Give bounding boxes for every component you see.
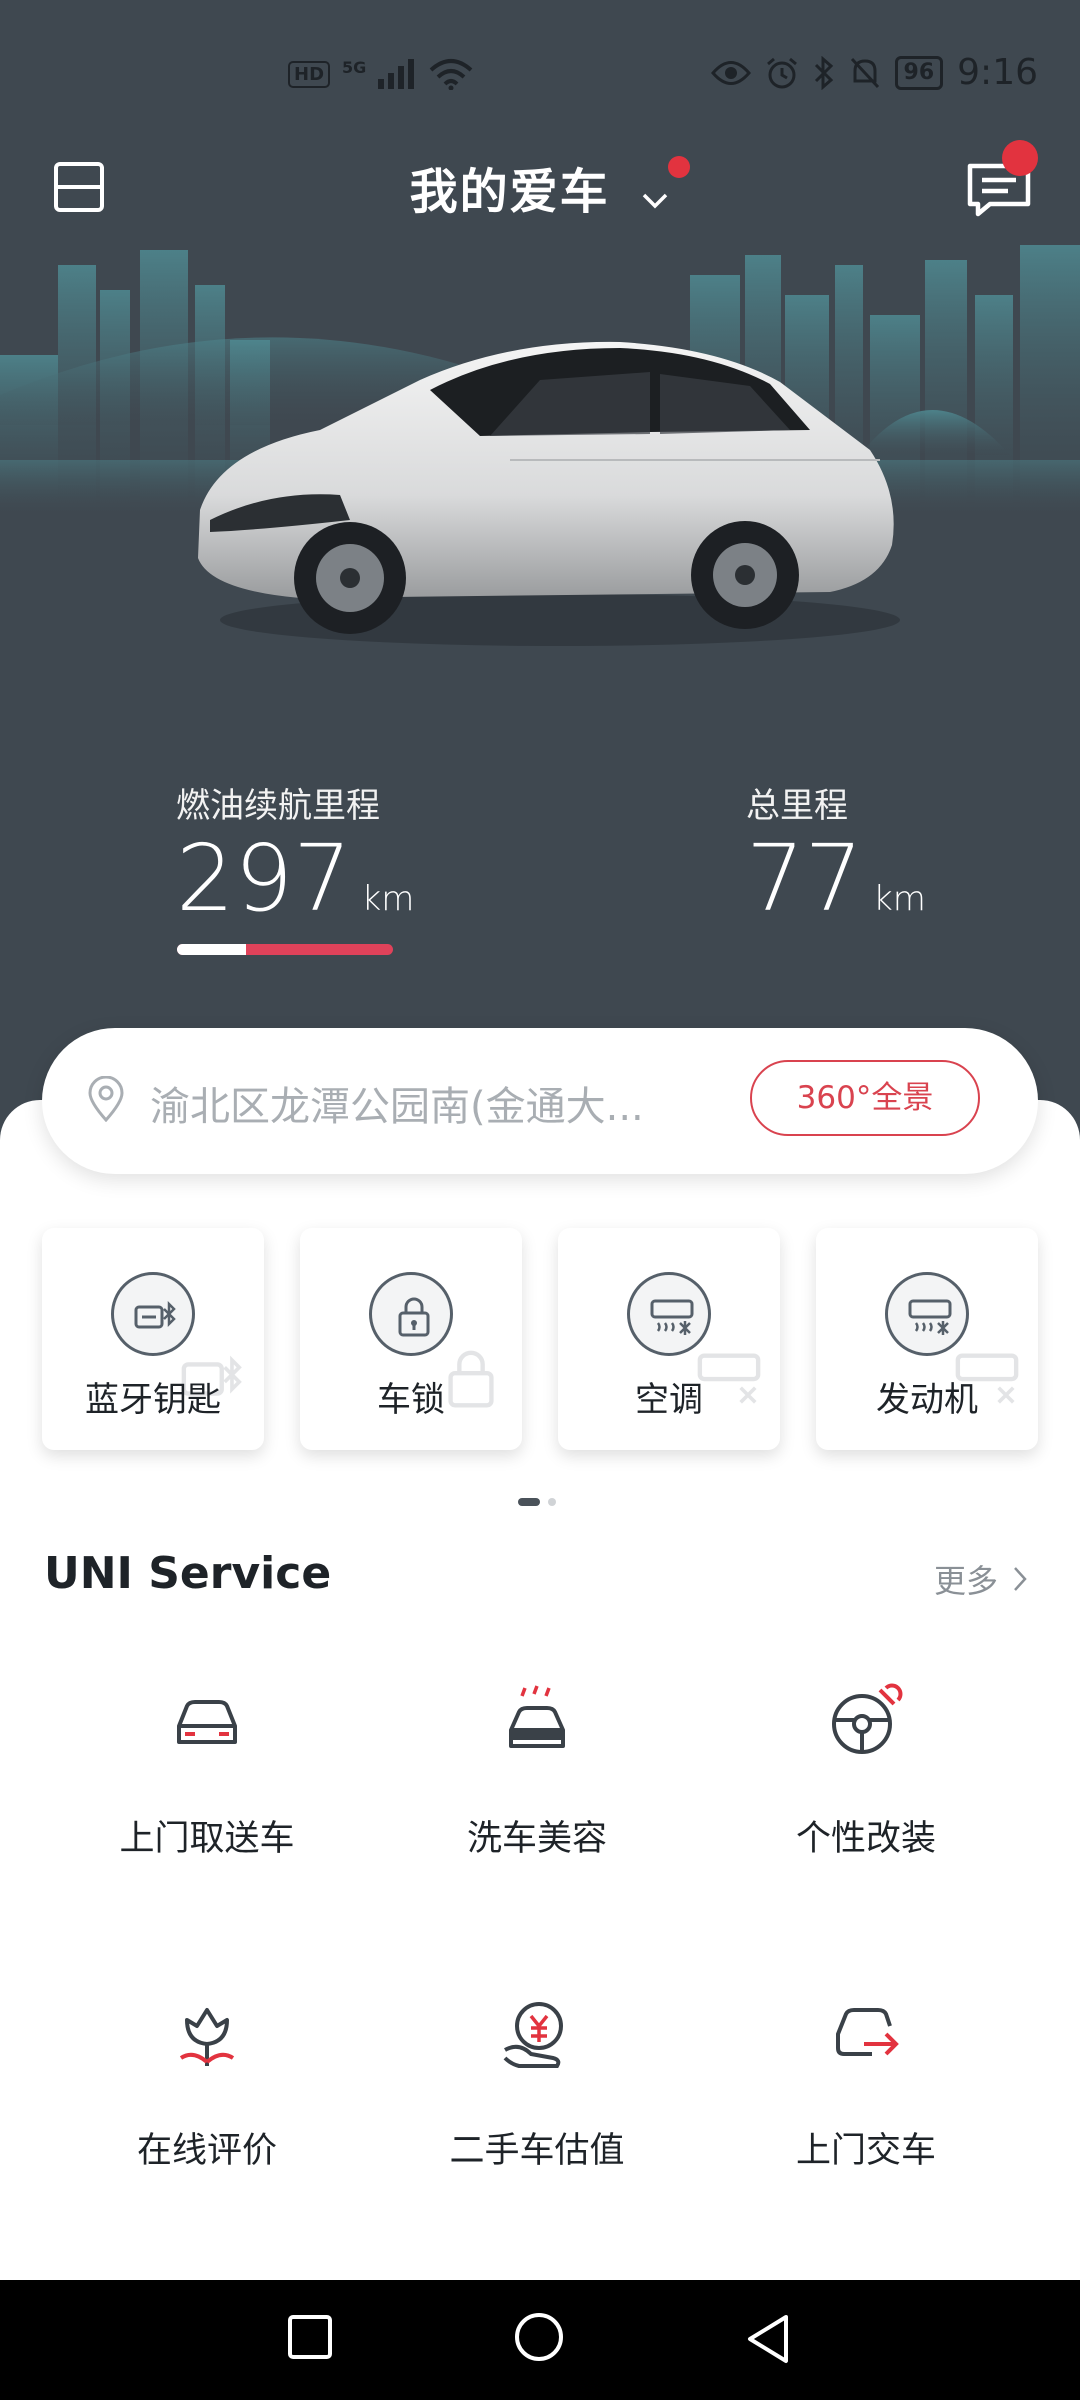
- status-bar: HD 5G 96 9:16: [0, 0, 1080, 160]
- location-pin-icon: [88, 1076, 124, 1122]
- control-label: 发动机: [876, 1380, 978, 1420]
- car-selector[interactable]: 我的爱车: [0, 152, 1080, 223]
- service-car-wash[interactable]: 洗车美容: [387, 1680, 687, 1861]
- service-label: 二手车估值: [449, 2131, 625, 2171]
- control-bluetooth-key[interactable]: 蓝牙钥匙: [42, 1228, 264, 1450]
- total-mileage-stat: 总里程 77 km: [746, 778, 926, 925]
- location-card[interactable]: 渝北区龙潭公园南(金通大... 360°全景: [42, 1028, 1038, 1174]
- services-title: UNI Service: [44, 1548, 332, 1599]
- car-wash-icon: [509, 1685, 565, 1748]
- service-used-car-valuation[interactable]: 二手车估值: [387, 1992, 687, 2173]
- header: 我的爱车: [0, 140, 1080, 230]
- service-car-pickup[interactable]: 上门取送车: [57, 1680, 357, 1861]
- steering-wrench-icon: [832, 1683, 903, 1754]
- service-car-delivery[interactable]: 上门交车: [716, 1992, 1016, 2173]
- alarm-icon: [766, 57, 797, 88]
- service-label: 在线评价: [136, 2131, 277, 2171]
- yuan-hand-icon: [503, 2002, 563, 2068]
- control-label: 蓝牙钥匙: [85, 1380, 221, 1420]
- chevron-right-icon: [1014, 1567, 1027, 1591]
- home-circle-icon[interactable]: [512, 2312, 566, 2366]
- notification-dot: [668, 156, 690, 178]
- total-mileage-value: 77: [746, 825, 864, 932]
- control-lock[interactable]: 车锁: [300, 1228, 522, 1450]
- fuel-range-value: 297: [176, 825, 352, 932]
- fuel-range-bar-fill: [177, 944, 247, 955]
- fuel-range-bar: [177, 944, 393, 955]
- car-location-address: 渝北区龙潭公园南(金通大...: [150, 1084, 644, 1130]
- total-mileage-unit: km: [873, 879, 926, 919]
- mute-bell-icon: [850, 57, 879, 88]
- services-more-link[interactable]: 更多: [934, 1556, 1028, 1602]
- fuel-range-stat: 燃油续航里程 297 km: [176, 778, 414, 925]
- system-navigation-bar: [0, 2280, 1080, 2400]
- car-pickup-icon: [177, 1700, 237, 1744]
- service-label: 个性改装: [795, 1819, 936, 1859]
- network-type: 5G: [342, 57, 367, 77]
- message-badge-dot: [1002, 140, 1038, 176]
- back-triangle-icon[interactable]: [744, 2312, 792, 2366]
- bluetooth-icon: [814, 55, 833, 90]
- engine-icon: [908, 1299, 952, 1335]
- page-title: 我的爱车: [409, 164, 610, 220]
- flower-review-icon: [179, 2008, 235, 2066]
- quick-controls: 蓝牙钥匙 车锁 空调 发动机: [42, 1228, 1038, 1450]
- wifi-icon: [429, 59, 473, 90]
- car-delivery-icon: [836, 2008, 899, 2056]
- battery-indicator: 96: [894, 55, 944, 90]
- fuel-range-unit: km: [361, 879, 415, 919]
- service-label: 上门取送车: [119, 1819, 295, 1859]
- chevron-down-icon: [640, 167, 670, 223]
- lock-icon: [398, 1297, 430, 1337]
- control-label: 空调: [635, 1380, 703, 1420]
- service-label: 洗车美容: [466, 1819, 607, 1859]
- panorama-360-button[interactable]: 360°全景: [750, 1060, 980, 1136]
- eye-icon: [710, 60, 751, 85]
- pager-dot-active: [518, 1498, 540, 1506]
- total-mileage-label: 总里程: [746, 786, 848, 826]
- control-label: 车锁: [377, 1380, 445, 1420]
- signal-icon: [378, 59, 415, 89]
- clock: 9:16: [957, 52, 1038, 93]
- control-engine[interactable]: 发动机: [816, 1228, 1038, 1450]
- air-conditioner-icon: [650, 1299, 694, 1335]
- bluetooth-key-icon: [134, 1300, 176, 1329]
- service-label: 上门交车: [795, 2131, 936, 2171]
- fuel-range-label: 燃油续航里程: [176, 786, 380, 826]
- more-label: 更多: [933, 1562, 998, 1600]
- car-image: [198, 341, 900, 646]
- service-customization[interactable]: 个性改装: [716, 1680, 1016, 1861]
- control-air-conditioner[interactable]: 空调: [558, 1228, 780, 1450]
- pager-dot: [548, 1498, 556, 1506]
- recents-square-icon[interactable]: [286, 2312, 334, 2362]
- hd-badge: HD: [288, 60, 331, 88]
- service-online-review[interactable]: 在线评价: [57, 1992, 357, 2173]
- controls-pager: [518, 1498, 556, 1506]
